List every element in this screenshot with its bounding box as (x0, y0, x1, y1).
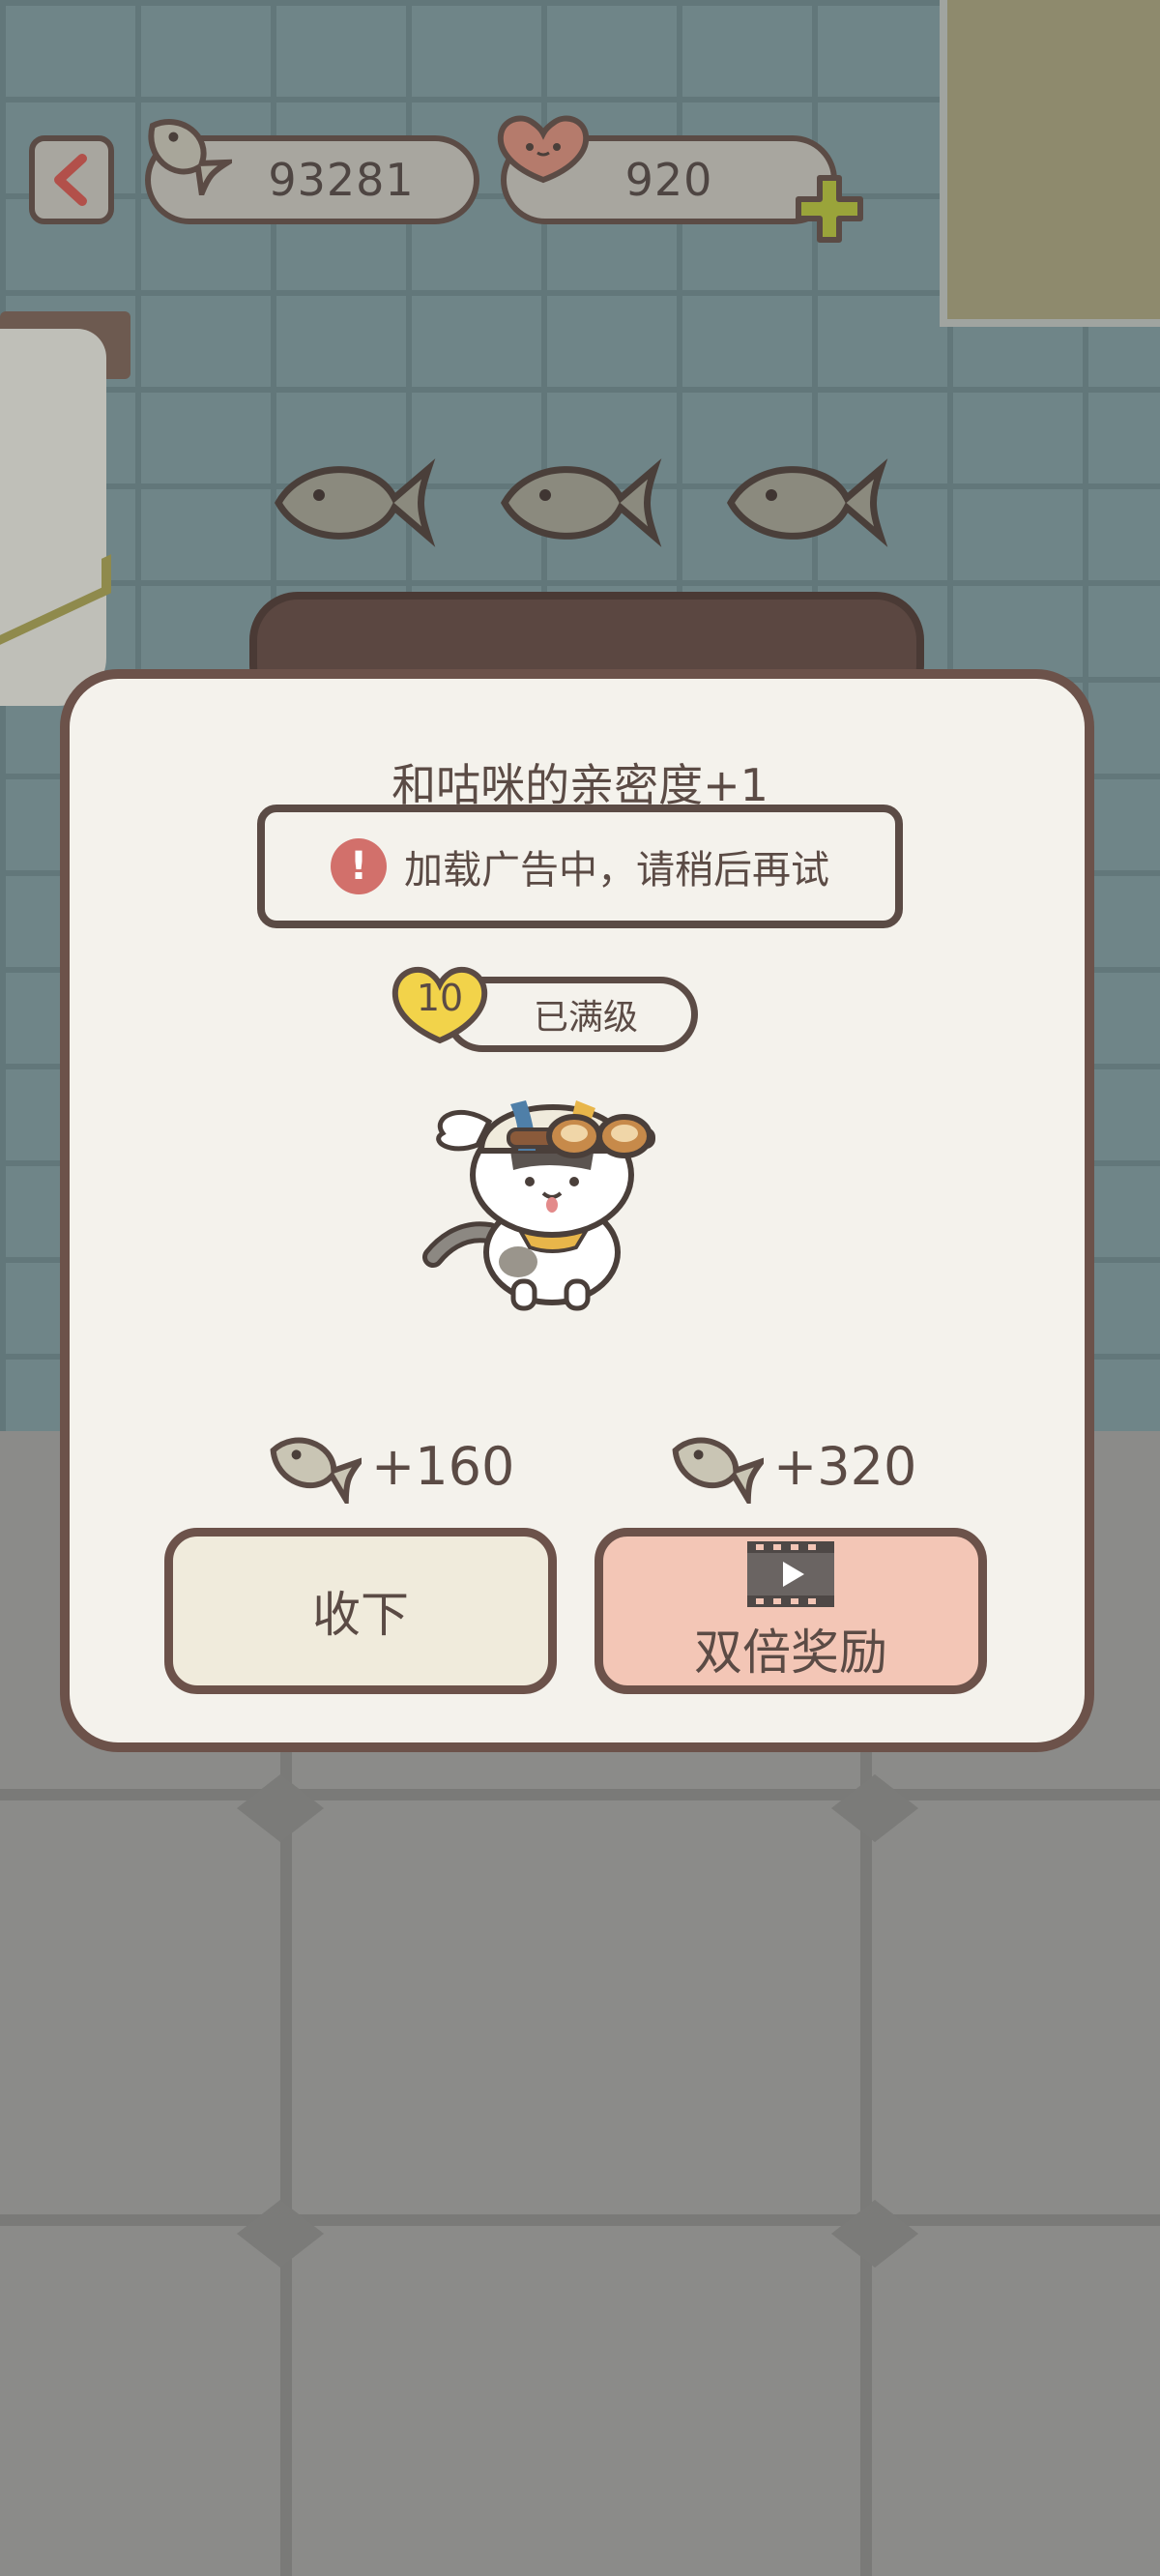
fish-icon (500, 458, 662, 547)
fish-count: 93281 (268, 154, 415, 206)
fish-icon (274, 458, 436, 547)
toast-text: 加载广告中，请稍后再试 (404, 848, 829, 893)
fish-icon (672, 1437, 764, 1504)
reward-double-amount: +320 (773, 1436, 917, 1497)
back-arrow-icon (54, 154, 87, 206)
add-hearts-button[interactable] (791, 170, 868, 248)
collect-button[interactable]: 收下 (164, 1528, 557, 1694)
fish-icon (726, 458, 888, 547)
double-reward-label: 双倍奖励 (694, 1625, 887, 1681)
reward-normal-amount: +160 (371, 1436, 515, 1497)
warning-icon: ! (331, 838, 387, 894)
level-number: 10 (416, 977, 464, 1019)
heart-count: 920 (624, 154, 713, 206)
back-button[interactable] (29, 135, 114, 224)
double-reward-button[interactable]: 双倍奖励 (594, 1528, 987, 1694)
fish-icon (148, 119, 232, 195)
video-icon (747, 1541, 834, 1607)
heart-icon (497, 115, 590, 184)
wall-picture-frame (940, 0, 1160, 327)
towel (0, 329, 106, 706)
cat-character (422, 1100, 655, 1311)
fish-icon (270, 1437, 362, 1504)
level-status: 已满级 (533, 998, 638, 1038)
collect-button-label: 收下 (312, 1587, 409, 1643)
ad-loading-toast: ! 加载广告中，请稍后再试 (257, 805, 903, 928)
